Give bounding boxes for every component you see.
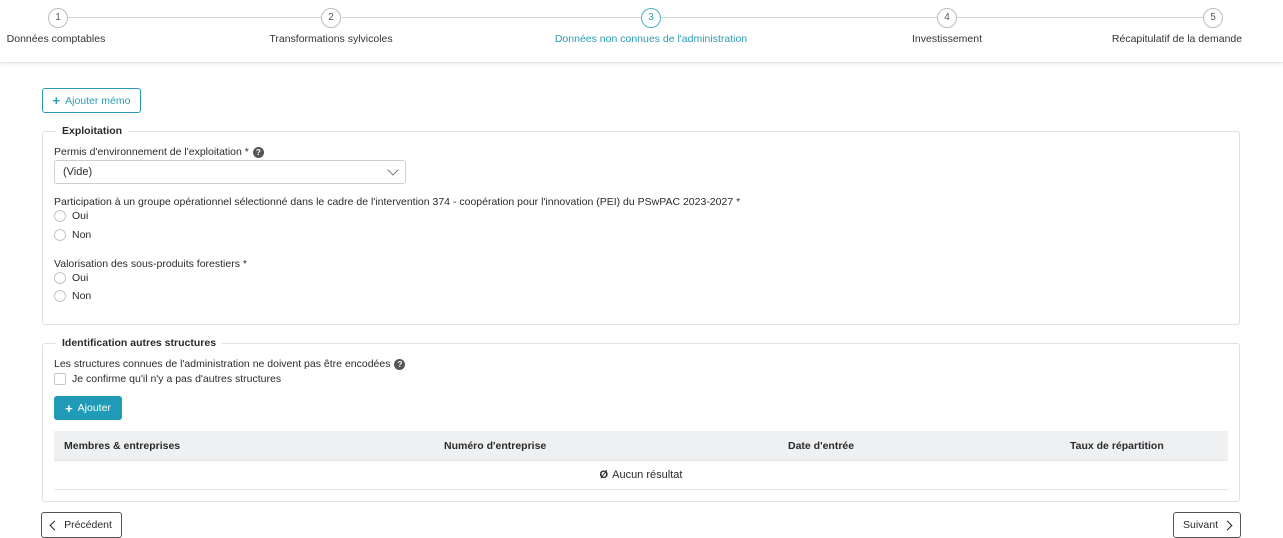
next-button[interactable]: Suivant [1173,512,1241,538]
structures-table-header: Membres & entreprises Numéro d'entrepris… [54,431,1228,460]
empty-results-row: Ø Aucun résultat [54,460,1228,490]
chevron-down-icon [387,164,399,176]
help-icon[interactable]: ? [252,146,264,158]
chevron-right-icon [1222,520,1233,530]
radio-circle [54,210,66,222]
step-label: Récapitulatif de la demande [1111,33,1243,45]
column-header[interactable]: Numéro d'entreprise [444,440,546,452]
empty-results-text: Aucun résultat [612,469,683,481]
step-2[interactable]: 2 Transformations sylvicoles [269,8,393,45]
step-5[interactable]: 5 Récapitulatif de la demande [1112,8,1242,45]
plus-icon: + [65,400,73,416]
add-structure-label: Ajouter [77,402,111,414]
step-number: 2 [321,8,341,28]
permis-label-row: Permis d'environnement de l'exploitation… [54,146,264,158]
previous-button[interactable]: Précédent [41,512,122,538]
step-1[interactable]: 1 Données comptables [7,8,105,45]
column-header[interactable]: Taux de répartition [1070,440,1164,452]
confirm-checkbox[interactable]: Je confirme qu'il n'y a pas d'autres str… [54,373,281,385]
confirm-label: Je confirme qu'il n'y a pas d'autres str… [72,373,282,385]
participation-radio-non[interactable]: Non [54,229,91,241]
step-connector [660,17,938,18]
participation-label: Participation à un groupe opérationnel s… [54,196,741,208]
radio-label: Oui [72,272,89,284]
step-number: 4 [937,8,957,28]
participation-radio-oui[interactable]: Oui [54,210,88,222]
step-4[interactable]: 4 Investissement [912,8,982,45]
identification-info: Les structures connues de l'administrati… [54,358,391,370]
valorisation-radio-non[interactable]: Non [54,290,91,302]
column-header[interactable]: Membres & entreprises [64,440,180,452]
step-label: Données comptables [6,33,106,45]
radio-label: Oui [72,210,89,222]
step-number: 3 [641,8,661,28]
valorisation-label: Valorisation des sous-produits forestier… [54,258,247,270]
step-number: 1 [48,8,68,28]
step-number: 5 [1203,8,1223,28]
step-label: Transformations sylvicoles [269,33,393,45]
identification-info-row: Les structures connues de l'administrati… [54,358,406,370]
exploitation-legend: Exploitation [56,125,129,137]
chevron-left-icon [49,520,60,530]
permis-label: Permis d'environnement de l'exploitation… [54,146,249,158]
checkbox-box [54,373,66,385]
column-header[interactable]: Date d'entrée [788,440,854,452]
help-icon[interactable]: ? [394,358,406,370]
step-3[interactable]: 3 Données non connues de l'administratio… [555,8,747,45]
step-connector [342,17,642,18]
radio-circle [54,272,66,284]
wizard-stepper: 1 Données comptables 2 Transformations s… [0,0,1283,63]
step-connector [956,17,1204,18]
radio-label: Non [72,290,92,302]
next-label: Suivant [1182,519,1219,531]
valorisation-radio-oui[interactable]: Oui [54,272,88,284]
add-memo-label: Ajouter mémo [65,94,131,107]
radio-circle [54,290,66,302]
identification-legend: Identification autres structures [56,337,223,349]
permis-select-value: (Vide) [63,166,93,178]
radio-circle [54,229,66,241]
previous-label: Précédent [64,519,112,531]
step-label: Données non connues de l'administration [554,33,748,45]
empty-set-icon: Ø [599,469,609,481]
add-memo-button[interactable]: + Ajouter mémo [42,88,141,113]
add-structure-button[interactable]: + Ajouter [54,396,122,420]
radio-label: Non [72,229,92,241]
step-label: Investissement [911,33,983,45]
plus-icon: + [52,93,61,108]
permis-select[interactable]: (Vide) [54,160,406,184]
step-connector [66,17,322,18]
